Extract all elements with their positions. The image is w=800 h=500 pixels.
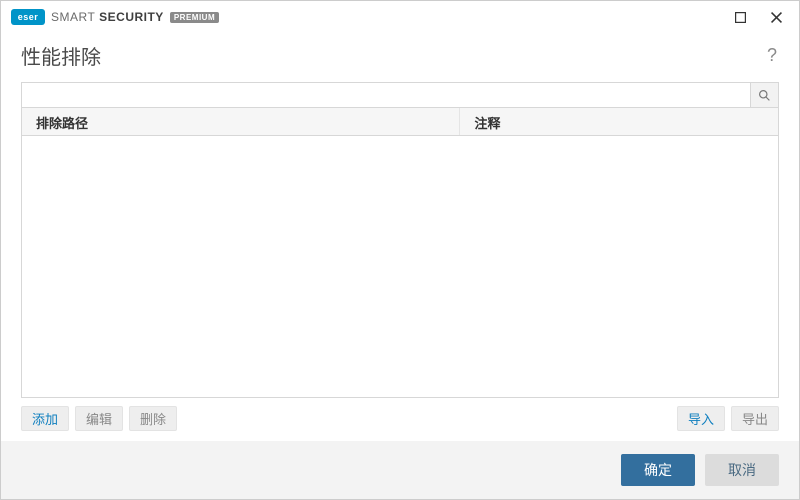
maximize-button[interactable]: [723, 4, 757, 30]
add-button[interactable]: 添加: [21, 406, 69, 431]
cancel-button[interactable]: 取消: [705, 454, 779, 486]
dialog-footer: 确定 取消: [1, 441, 799, 499]
brand-logo: eser: [11, 9, 45, 25]
import-button[interactable]: 导入: [677, 406, 725, 431]
page-title: 性能排除: [21, 41, 101, 70]
delete-button[interactable]: 删除: [129, 406, 177, 431]
search-input[interactable]: [22, 83, 750, 107]
close-icon: [771, 12, 782, 23]
column-header-comment[interactable]: 注释: [460, 108, 778, 135]
brand-premium-badge: PREMIUM: [170, 12, 219, 23]
search-button[interactable]: [750, 83, 778, 107]
dialog-header: 性能排除 ?: [1, 33, 799, 82]
table-body: [22, 136, 778, 397]
search-icon: [758, 89, 771, 102]
search-row: [21, 82, 779, 108]
brand: eser SMART SECURITY PREMIUM: [11, 9, 219, 25]
close-button[interactable]: [759, 4, 793, 30]
edit-button[interactable]: 编辑: [75, 406, 123, 431]
exclusions-table: 排除路径 注释: [21, 108, 779, 398]
window-controls: [723, 4, 793, 30]
brand-name: SMART SECURITY: [51, 10, 164, 24]
ok-button[interactable]: 确定: [621, 454, 695, 486]
help-button[interactable]: ?: [765, 43, 779, 68]
export-button[interactable]: 导出: [731, 406, 779, 431]
titlebar: eser SMART SECURITY PREMIUM: [1, 1, 799, 33]
content-area: 排除路径 注释 添加 编辑 删除 导入 导出: [1, 82, 799, 441]
table-header: 排除路径 注释: [22, 108, 778, 136]
column-header-path[interactable]: 排除路径: [22, 108, 460, 135]
dialog-window: eser SMART SECURITY PREMIUM 性能排除 ?: [0, 0, 800, 500]
table-actions: 添加 编辑 删除 导入 导出: [21, 398, 779, 441]
maximize-icon: [735, 12, 746, 23]
